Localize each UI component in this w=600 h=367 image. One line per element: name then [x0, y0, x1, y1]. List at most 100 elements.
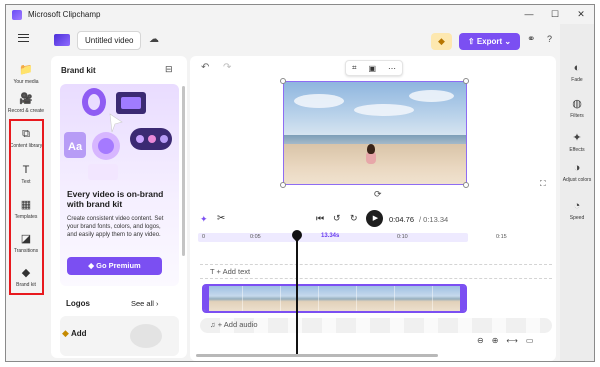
go-premium-button[interactable]: ◆ Go Premium: [67, 257, 162, 275]
ruler-label: 0: [202, 234, 206, 240]
premium-button[interactable]: ◆: [431, 33, 452, 50]
title-bar: Microsoft Clipchamp — ☐ ✕: [6, 5, 594, 24]
sidebar-item-label: Effects: [569, 147, 585, 153]
project-thumbnail-icon: [54, 34, 70, 46]
logos-heading: Logos: [66, 299, 90, 308]
help-button[interactable]: ?: [547, 34, 552, 44]
promo-heading: Every video is on-brand with brand kit: [67, 189, 164, 209]
video-clip[interactable]: [202, 284, 467, 313]
camera-icon: 🎥: [19, 93, 33, 105]
play-button[interactable]: ▶: [366, 210, 383, 227]
clip-trim-handle-left[interactable]: [204, 286, 209, 311]
crop-icon[interactable]: ⌗: [352, 63, 357, 73]
add-logo-card[interactable]: ◆ Add: [60, 316, 179, 356]
subject-hair: [367, 144, 375, 154]
add-text-label: + Add text: [216, 267, 251, 276]
sparkle-icon[interactable]: ✦: [200, 214, 208, 225]
panel-scrollbar[interactable]: [182, 86, 185, 256]
clipchamp-logo-icon: [12, 9, 22, 20]
playhead-time: 13.34s: [321, 233, 340, 239]
sidebar-item-label: Adjust colors: [562, 177, 592, 183]
app-title: Microsoft Clipchamp: [28, 10, 101, 19]
preview-toolbar: ⌗ ▣ ⋯: [345, 60, 403, 76]
app-window: Microsoft Clipchamp — ☐ ✕ Untitled video…: [5, 4, 595, 362]
menu-icon[interactable]: [18, 34, 29, 42]
scissors-icon[interactable]: ✂: [217, 213, 225, 224]
clip-frame-divider: [432, 286, 433, 311]
timeline-scrollbar[interactable]: [196, 354, 438, 357]
ruler-label: 0:05: [250, 234, 261, 240]
cloud: [409, 90, 454, 102]
preview-subject: [366, 144, 376, 164]
clip-frame-divider: [356, 286, 357, 311]
ruler-label: 0:15: [496, 234, 507, 240]
audio-track[interactable]: ♫ + Add audio: [200, 318, 552, 333]
sidebar-item-label: Your media: [13, 79, 39, 85]
share-icon[interactable]: ⚭: [527, 34, 535, 45]
add-logo-label: Add: [71, 329, 87, 338]
fit-icon[interactable]: ▣: [368, 64, 376, 73]
effects-icon: ✦: [572, 132, 582, 144]
video-preview[interactable]: [283, 81, 467, 185]
zoom-in-icon[interactable]: ⊕: [492, 336, 499, 345]
redo-icon[interactable]: ↷: [223, 62, 231, 73]
music-note-icon: ♫: [210, 320, 218, 329]
cloud-off-icon[interactable]: ☁: [149, 34, 159, 45]
export-button[interactable]: ⇧ Export ⌄: [459, 33, 520, 50]
fit-timeline-icon[interactable]: ⟷: [506, 336, 517, 345]
clip-frame-divider: [394, 286, 395, 311]
zoom-controls: ⊖ ⊕ ⟷ ▭: [477, 336, 533, 345]
sidebar-item-label: Fade: [571, 77, 583, 83]
see-all-link[interactable]: See all ›: [131, 299, 159, 308]
sidebar-item-filters[interactable]: ◍ Filters: [560, 98, 594, 119]
brand-kit-illustration: Aa: [64, 88, 172, 180]
minimize-button[interactable]: —: [516, 5, 542, 24]
chevron-right-icon: ›: [156, 299, 159, 308]
sidebar-item-effects[interactable]: ✦ Effects: [560, 132, 594, 153]
zoom-out-icon[interactable]: ⊖: [477, 336, 484, 345]
top-toolbar: Untitled video ☁ ◆ ⇧ Export ⌄ ⚭ ?: [6, 24, 594, 56]
sidebar-item-label: Speed: [569, 215, 585, 221]
forward-5-icon[interactable]: ↻: [350, 213, 358, 224]
collapse-panel-icon[interactable]: ⊟: [165, 64, 173, 75]
captions-icon[interactable]: ▭: [526, 336, 534, 345]
sidebar-item-your-media[interactable]: 📁 Your media: [6, 64, 46, 85]
diamond-icon: ◆: [88, 261, 97, 270]
resize-handle[interactable]: [280, 182, 286, 188]
sidebar-item-record-create[interactable]: 🎥 Record & create: [6, 93, 46, 114]
sidebar-item-label: Record & create: [7, 108, 45, 114]
speed-icon: ◔: [573, 200, 581, 212]
sidebar-item-adjust-colors[interactable]: ◑ Adjust colors: [560, 162, 594, 183]
rewind-5-icon[interactable]: ↺: [333, 213, 341, 224]
promo-description: Create consistent video content. Set you…: [67, 216, 164, 238]
project-name-field[interactable]: Untitled video: [77, 31, 141, 50]
current-time: 0:04.76: [389, 215, 415, 224]
right-sidebar: ◐ Fade ◍ Filters ✦ Effects ◑ Adjust colo…: [560, 24, 594, 361]
more-icon[interactable]: ⋯: [388, 64, 396, 73]
fullscreen-icon[interactable]: ⛶: [540, 179, 546, 189]
maximize-button[interactable]: ☐: [542, 5, 568, 24]
export-label: Export: [476, 37, 503, 46]
text-track[interactable]: T + Add text: [200, 264, 552, 279]
panel-title: Brand kit: [61, 66, 96, 75]
playhead-line[interactable]: [296, 236, 298, 354]
close-window-button[interactable]: ✕: [568, 5, 594, 24]
svg-text:Aa: Aa: [68, 141, 83, 153]
clip-trim-handle-right[interactable]: [460, 286, 465, 311]
resize-handle[interactable]: [463, 78, 469, 84]
resize-handle[interactable]: [463, 182, 469, 188]
clip-frame-divider: [280, 286, 281, 311]
highlight-box: [9, 119, 44, 295]
window-controls: — ☐ ✕: [516, 5, 594, 24]
logo-placeholder-icon: [130, 324, 162, 348]
folder-icon: 📁: [19, 64, 33, 76]
sidebar-item-speed[interactable]: ◔ Speed: [560, 200, 594, 221]
resize-handle[interactable]: [280, 78, 286, 84]
filters-icon: ◍: [572, 98, 582, 110]
clip-frame-divider: [318, 286, 319, 311]
skip-back-icon[interactable]: ⏮: [316, 213, 324, 224]
editor-main: ↶ ↷ ⌗ ▣ ⋯ ⟳ ⛶ ✦ ✂ ⏮ ↺ ↻ ▶ 0:04.76 / 0:13…: [190, 56, 556, 361]
undo-icon[interactable]: ↶: [201, 62, 209, 73]
rotate-icon[interactable]: ⟳: [374, 189, 382, 200]
sidebar-item-fade[interactable]: ◐ Fade: [560, 62, 594, 83]
